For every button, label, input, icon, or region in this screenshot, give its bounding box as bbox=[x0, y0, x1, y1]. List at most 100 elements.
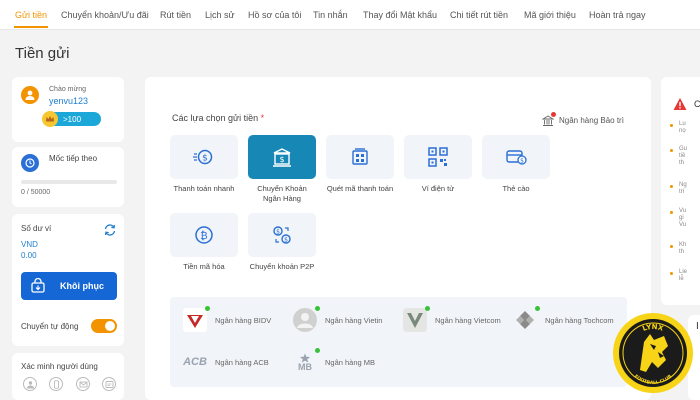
tab-rebate-now[interactable]: Hoàn trả ngay bbox=[589, 10, 646, 20]
welcome-text: Chào mừng bbox=[49, 86, 86, 93]
bank-name: Ngân hàng ACB bbox=[215, 357, 269, 367]
online-indicator bbox=[315, 348, 320, 353]
vietin-logo bbox=[292, 306, 320, 333]
bank-vietin[interactable]: Ngân hàng Vietin bbox=[292, 306, 383, 333]
p2p-transfer-icon: $$ bbox=[273, 226, 291, 244]
acb-logo-text: ACB bbox=[183, 356, 207, 368]
user-icon bbox=[25, 90, 35, 100]
progress-bar bbox=[21, 180, 117, 184]
method-box: $ bbox=[482, 135, 550, 179]
phone-icon[interactable] bbox=[49, 377, 63, 391]
toggle-knob bbox=[105, 321, 115, 331]
notice-item: Lie lễ bbox=[679, 269, 688, 282]
notice-card: C Lu nọ Gu tiề th Ng trì Vu gi Vu Kh th … bbox=[661, 77, 700, 305]
tab-deposit[interactable]: Gửi tiền bbox=[15, 10, 47, 20]
fast-payment-icon: $ bbox=[193, 149, 213, 165]
bank-name: Ngân hàng MB bbox=[325, 357, 376, 367]
notice-title: C bbox=[694, 99, 700, 109]
method-label: Ví điện tử bbox=[421, 184, 455, 193]
club-logo[interactable]: LYNX FOOTBALL CLUB bbox=[612, 312, 694, 394]
crown-icon bbox=[42, 110, 58, 127]
email-icon[interactable] bbox=[76, 377, 90, 391]
tab-withdraw[interactable]: Rút tiền bbox=[160, 10, 191, 20]
auto-transfer-toggle[interactable] bbox=[91, 319, 117, 333]
scratch-card-icon: $ bbox=[506, 150, 527, 165]
balance-value: 0.00 bbox=[21, 251, 37, 260]
method-label: Thanh toán nhanh bbox=[173, 184, 235, 193]
avatar[interactable] bbox=[21, 86, 39, 104]
verify-label: Xác minh người dùng bbox=[21, 362, 98, 371]
tab-messages[interactable]: Tin nhắn bbox=[313, 10, 348, 20]
notice-item: Ng trì bbox=[679, 182, 687, 195]
online-indicator bbox=[425, 306, 430, 311]
tochcom-logo bbox=[512, 306, 540, 333]
tab-referral-code[interactable]: Mã giới thiệu bbox=[524, 10, 576, 20]
secondary-card-title: I bbox=[696, 321, 699, 332]
tab-profile[interactable]: Hồ sơ của tôi bbox=[248, 10, 301, 20]
bank-bidv[interactable]: Ngân hàng BIDV bbox=[182, 306, 271, 333]
deposit-options-title: Các lựa chọn gửi tiền * bbox=[172, 113, 264, 123]
restore-label: Khôi phục bbox=[60, 281, 104, 291]
notice-item: Lu nọ bbox=[679, 121, 686, 134]
method-fast-payment[interactable]: $ Thanh toán nhanh bbox=[170, 135, 238, 194]
crypto-icon: ₿ bbox=[195, 226, 213, 244]
notice-bullet bbox=[670, 272, 673, 275]
qr-wallet-icon bbox=[428, 147, 448, 167]
bank-maintenance-link[interactable]: Ngân hàng Bảo trì bbox=[541, 112, 624, 126]
balance-currency: VND bbox=[21, 240, 38, 249]
restore-wallet-icon bbox=[31, 278, 45, 293]
page-title: Tiền gửi bbox=[15, 45, 70, 62]
svg-text:₿: ₿ bbox=[200, 230, 207, 242]
svg-text:$: $ bbox=[276, 229, 280, 236]
user-icon[interactable] bbox=[23, 377, 37, 391]
method-scan-code[interactable]: Quét mã thanh toán bbox=[326, 135, 394, 194]
alert-dot bbox=[551, 112, 556, 117]
progress-value: 0 / 50000 bbox=[21, 189, 51, 196]
id-card-icon[interactable] bbox=[102, 377, 116, 391]
tab-withdraw-details[interactable]: Chi tiết rút tiền bbox=[450, 10, 508, 20]
method-box bbox=[404, 135, 472, 179]
verify-card: Xác minh người dùng bbox=[12, 353, 124, 400]
scan-code-icon bbox=[352, 148, 368, 165]
restore-button[interactable]: Khôi phục bbox=[21, 272, 117, 300]
method-crypto[interactable]: ₿ Tiền mã hóa bbox=[170, 213, 238, 272]
bank-vietcom[interactable]: Ngân hàng Vietcom bbox=[402, 306, 501, 333]
bank-maintenance-label: Ngân hàng Bảo trì bbox=[559, 115, 624, 125]
online-indicator bbox=[205, 306, 210, 311]
method-box bbox=[326, 135, 394, 179]
notice-item: Kh th bbox=[679, 242, 687, 255]
tab-transfer-promo[interactable]: Chuyển khoản/Ưu đãi bbox=[61, 10, 149, 20]
method-bank-transfer[interactable]: $ Chuyển Khoản Ngân Hàng bbox=[248, 135, 316, 204]
notice-item: Vu gi Vu bbox=[679, 208, 687, 228]
bank-name: Ngân hàng Vietin bbox=[325, 315, 383, 325]
bank-mb[interactable]: MB Ngân hàng MB bbox=[292, 348, 376, 375]
svg-text:$: $ bbox=[520, 158, 524, 165]
tab-history[interactable]: Lịch sử bbox=[205, 10, 235, 20]
auto-transfer-label: Chuyển tự động bbox=[21, 322, 79, 331]
method-scratch-card[interactable]: $ Thẻ cào bbox=[482, 135, 550, 194]
mb-logo-text: MB bbox=[298, 361, 312, 372]
svg-text:$: $ bbox=[202, 154, 208, 164]
method-label: Chuyển Khoản Ngân Hàng bbox=[257, 184, 307, 203]
bank-tochcom[interactable]: Ngân hàng Tochcom bbox=[512, 306, 614, 333]
tab-change-password[interactable]: Thay đổi Mật khẩu bbox=[363, 10, 437, 20]
progress-label: Mốc tiếp theo bbox=[49, 154, 98, 163]
notice-bullet bbox=[670, 245, 673, 248]
notice-bullet bbox=[670, 149, 673, 152]
balance-label: Số dư ví bbox=[21, 224, 52, 233]
bank-name: Ngân hàng Tochcom bbox=[545, 315, 614, 325]
bank-transfer-icon: $ bbox=[273, 148, 291, 167]
refresh-icon[interactable] bbox=[103, 223, 117, 237]
milestone-icon bbox=[21, 154, 39, 172]
deposit-options-card: Các lựa chọn gửi tiền * Ngân hàng Bảo tr… bbox=[145, 77, 651, 400]
mb-logo: MB bbox=[292, 348, 320, 375]
vietcom-logo bbox=[402, 306, 430, 333]
method-p2p-transfer[interactable]: $ $ Chuyển khoản P2P bbox=[248, 213, 316, 272]
star-icon bbox=[300, 353, 310, 362]
top-nav: Gửi tiền Chuyển khoản/Ưu đãi Rút tiền Lị… bbox=[0, 0, 700, 30]
method-box: $ bbox=[248, 135, 316, 179]
bank-acb[interactable]: ACB Ngân hàng ACB bbox=[182, 349, 269, 375]
online-indicator bbox=[315, 306, 320, 311]
method-e-wallet[interactable]: Ví điện tử bbox=[404, 135, 472, 194]
progress-card: Mốc tiếp theo 0 / 50000 bbox=[12, 147, 124, 207]
